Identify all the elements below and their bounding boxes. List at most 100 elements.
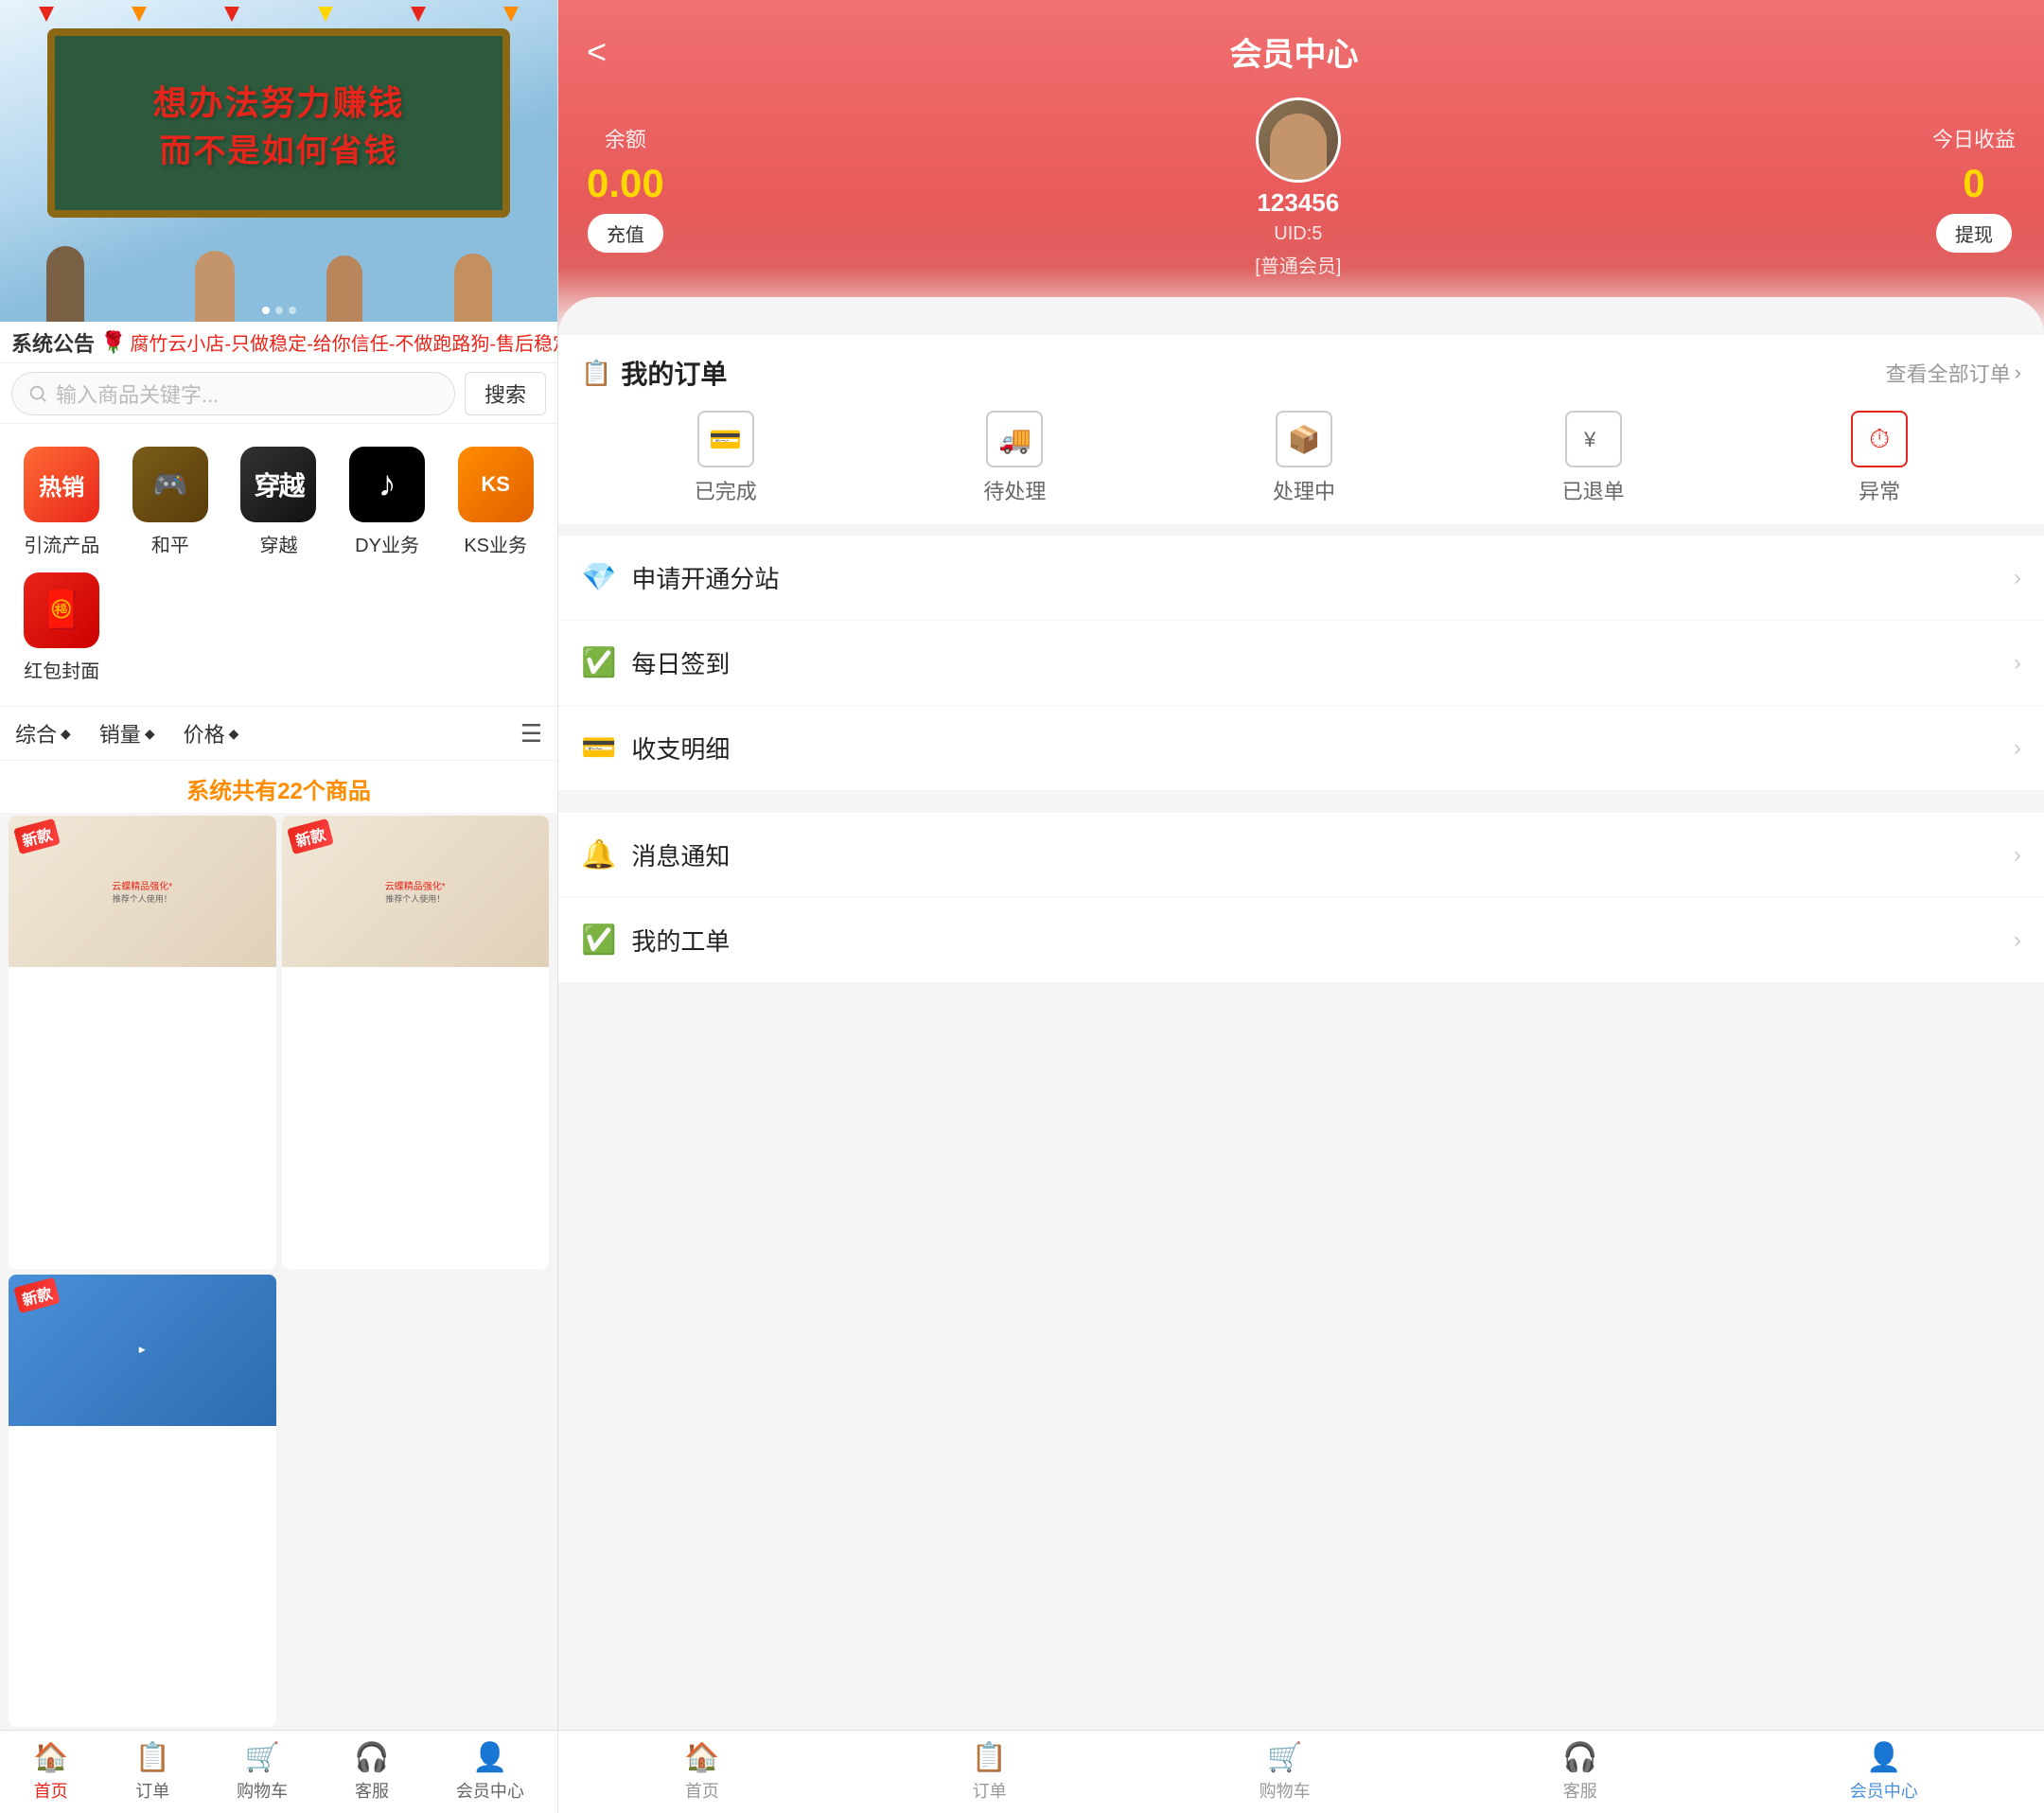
substation-icon: 💎: [581, 561, 616, 594]
order-status-refunded[interactable]: ¥ 已退单: [1562, 411, 1625, 505]
product-card-2[interactable]: 云蝶精品强化* 推荐个人使用！ 新款: [282, 816, 550, 1269]
category-hot-icon: 热销: [24, 447, 99, 522]
rnav-member-icon: 👤: [1866, 1741, 1901, 1774]
order-status-processing[interactable]: 📦 处理中: [1273, 411, 1335, 505]
right-content: 📋 我的订单 查看全部订单 › 💳 已完成 🚚 待处理 📦: [558, 335, 2044, 1730]
pending-label: 待处理: [983, 475, 1046, 505]
member-earnings: 今日收益 0 提现: [1932, 123, 2016, 253]
order-title-text: 我的订单: [621, 354, 727, 392]
menu-item-notifications[interactable]: 🔔 消息通知 ›: [558, 813, 2044, 898]
sort-sales[interactable]: 销量 ◆: [99, 718, 155, 748]
category-peace-label: 和平: [151, 530, 189, 557]
nav-service[interactable]: 🎧 客服: [339, 1734, 404, 1810]
nav-home[interactable]: 🏠 首页: [18, 1734, 83, 1810]
menu-item-transactions[interactable]: 💳 收支明细 ›: [558, 706, 2044, 790]
nav-cart-label: 购物车: [237, 1778, 288, 1803]
sort-price[interactable]: 价格 ◆: [184, 718, 239, 748]
rnav-order-icon: 📋: [972, 1741, 1007, 1774]
notifications-label: 消息通知: [631, 837, 2014, 872]
workorder-arrow: ›: [2014, 927, 2021, 954]
abnormal-label: 异常: [1859, 475, 1900, 505]
sort-bar: 综合 ◆ 销量 ◆ 价格 ◆ ☰: [0, 706, 557, 761]
sort-price-diamond: ◆: [229, 726, 239, 742]
rnav-member[interactable]: 👤 会员中心: [1835, 1734, 1933, 1810]
notice-heart-icon: 🌹: [100, 330, 126, 355]
order-status-completed[interactable]: 💳 已完成: [695, 411, 757, 505]
order-status-pending[interactable]: 🚚 待处理: [983, 411, 1046, 505]
search-placeholder: 输入商品关键字...: [56, 378, 219, 409]
charge-button[interactable]: 充值: [588, 214, 663, 253]
sort-list-icon[interactable]: ☰: [520, 719, 542, 748]
category-peace[interactable]: 🎮 和平: [116, 439, 225, 565]
nav-member[interactable]: 👤 会员中心: [441, 1734, 539, 1810]
category-cross-icon: 穿越: [240, 447, 316, 522]
search-input-wrap[interactable]: 输入商品关键字...: [11, 372, 455, 415]
dot-3: [289, 307, 296, 314]
flag1: [39, 7, 54, 22]
category-peace-icon: 🎮: [132, 447, 208, 522]
refunded-icon: ¥: [1565, 411, 1622, 467]
pending-icon: 🚚: [986, 411, 1043, 467]
rnav-home[interactable]: 🏠 首页: [669, 1734, 734, 1810]
balance-amount: 0.00: [587, 161, 664, 206]
menu-item-checkin[interactable]: ✅ 每日签到 ›: [558, 621, 2044, 706]
member-info-row: 余额 0.00 充值 123456 UID:5 [普通会员] 今日收益 0 提现: [587, 97, 2016, 278]
member-type: [普通会员]: [1255, 251, 1341, 278]
back-button[interactable]: <: [587, 32, 607, 72]
category-redenv-icon: 🧧: [24, 572, 99, 648]
student2: [326, 255, 362, 322]
banner-dots: [262, 307, 296, 314]
view-all-orders[interactable]: 查看全部订单 ›: [1886, 358, 2021, 388]
svg-text:¥: ¥: [1583, 428, 1596, 451]
rnav-service[interactable]: 🎧 客服: [1547, 1734, 1612, 1810]
menu-section-1: 💎 申请开通分站 › ✅ 每日签到 › 💳 收支明细 ›: [558, 536, 2044, 790]
product-card-3[interactable]: ▶ 新款: [9, 1275, 276, 1728]
nav-home-label: 首页: [34, 1778, 68, 1803]
nav-order[interactable]: 📋 订单: [120, 1734, 185, 1810]
rnav-service-label: 客服: [1563, 1778, 1597, 1803]
notice-bar: 系统公告 🌹 腐竹云小店-只做稳定-给你信任-不做跑路狗-售后稳定: [0, 322, 557, 363]
rnav-member-label: 会员中心: [1850, 1778, 1918, 1803]
earnings-label: 今日收益: [1932, 123, 2016, 153]
sort-comprehensive[interactable]: 综合 ◆: [15, 718, 71, 748]
notice-label: 系统公告: [11, 327, 95, 358]
product-card-1[interactable]: 云蝶精品强化* 推荐个人使用！ 新款: [9, 816, 276, 1269]
student3: [454, 254, 492, 322]
category-dy-label: DY业务: [355, 530, 419, 557]
order-status-abnormal[interactable]: ⏱ 异常: [1851, 411, 1908, 505]
rnav-order-label: 订单: [973, 1778, 1007, 1803]
category-redenv[interactable]: 🧧 红包封面: [8, 565, 116, 691]
right-panel: < 会员中心 余额 0.00 充值 123456 UID:5 [普通会员]: [558, 0, 2044, 1813]
nav-order-label: 订单: [135, 1778, 169, 1803]
menu-item-workorder[interactable]: ✅ 我的工单 ›: [558, 898, 2044, 982]
withdraw-button[interactable]: 提现: [1936, 214, 2012, 253]
balance-label: 余额: [605, 123, 646, 153]
processing-icon: 📦: [1276, 411, 1332, 467]
category-cross[interactable]: 穿越 穿越: [224, 439, 333, 565]
notice-text: 腐竹云小店-只做稳定-给你信任-不做跑路狗-售后稳定: [130, 328, 557, 356]
left-panel: 想办法努力赚钱 而不是如何省钱 系统公告 🌹 腐竹云小店-只做稳定-给你信任-不…: [0, 0, 558, 1813]
nav-cart[interactable]: 🛒 购物车: [221, 1734, 303, 1810]
avatar-person: [1270, 114, 1327, 180]
member-avatar-area: 123456 UID:5 [普通会员]: [1255, 97, 1341, 278]
abnormal-icon: ⏱: [1851, 411, 1908, 467]
workorder-icon: ✅: [581, 924, 616, 957]
order-icon: 📋: [135, 1741, 170, 1774]
search-button[interactable]: 搜索: [465, 372, 546, 415]
rnav-cart[interactable]: 🛒 购物车: [1244, 1734, 1326, 1810]
banner-line2: 而不是如何省钱: [160, 125, 398, 171]
category-ks[interactable]: KS KS业务: [441, 439, 550, 565]
view-all-arrow: ›: [2015, 361, 2021, 385]
category-dy-icon: ♪: [349, 447, 425, 522]
category-dy[interactable]: ♪ DY业务: [333, 439, 442, 565]
checkin-icon: ✅: [581, 646, 616, 679]
menu-item-substation[interactable]: 💎 申请开通分站 ›: [558, 536, 2044, 621]
service-icon: 🎧: [354, 1741, 389, 1774]
transactions-icon: 💳: [581, 731, 616, 765]
category-hot[interactable]: 热销 引流产品: [8, 439, 116, 565]
rnav-order[interactable]: 📋 订单: [957, 1734, 1022, 1810]
flag6: [503, 7, 519, 22]
category-grid: 热销 引流产品 🎮 和平 穿越 穿越 ♪ DY业务 KS KS业务 🧧 红包封面: [0, 424, 557, 706]
sort-sales-diamond: ◆: [145, 726, 155, 742]
checkin-arrow: ›: [2014, 650, 2021, 677]
